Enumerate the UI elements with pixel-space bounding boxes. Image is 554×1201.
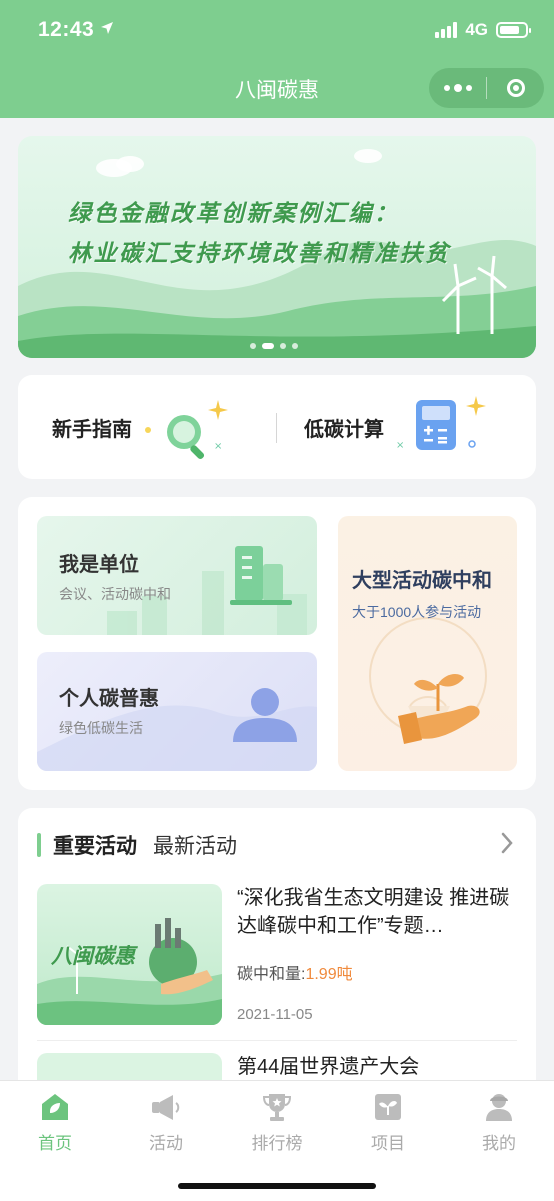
carousel-dot-active	[262, 343, 274, 349]
tab-projects[interactable]: 项目	[333, 1091, 443, 1154]
beginner-guide-label: 新手指南	[52, 418, 132, 441]
activity-title[interactable]: 第44届世界遗产大会	[237, 1050, 419, 1079]
tab-important-activities[interactable]: 重要活动	[53, 830, 137, 860]
quick-entry-card: 新手指南 × 低碳计算 ×	[18, 375, 536, 479]
status-time: 12:43	[38, 18, 95, 41]
activities-header: 重要活动 最新活动	[37, 830, 237, 860]
sprout-in-hand-icon	[369, 617, 487, 744]
carousel-indicator	[250, 343, 298, 349]
activity-thumbnail[interactable]: 八闽碳惠	[37, 884, 222, 1025]
svg-text:×: ×	[214, 441, 222, 452]
battery-icon	[496, 22, 531, 38]
activities-card: 重要活动 最新活动 八闽碳惠 “深化我省生态文明建设 推进碳达峰碳中和工作”专题…	[18, 808, 536, 1108]
banner-headline-line2: 林业碳汇支持环境改善和精准扶贫	[68, 240, 451, 266]
service-card: 我是单位 会议、活动碳中和 个人碳普惠 绿色低碳生活 大型活动碳中和 大于100…	[18, 497, 536, 790]
unit-service-subtitle: 会议、活动碳中和	[59, 586, 171, 602]
tab-profile-label: 我的	[482, 1134, 516, 1153]
unit-service-tile[interactable]: 我是单位 会议、活动碳中和	[37, 516, 317, 635]
personal-service-subtitle: 绿色低碳生活	[59, 720, 143, 736]
tab-ranking[interactable]: 排行榜	[222, 1091, 332, 1154]
tab-activities-label: 活动	[149, 1134, 183, 1153]
network-label: 4G	[465, 20, 488, 39]
large-event-service-tile[interactable]: 大型活动碳中和 大于1000人参与活动	[338, 516, 517, 771]
activity-carbon-neutral-amount: 碳中和量:1.99吨	[237, 960, 353, 984]
tab-activities[interactable]: 活动	[111, 1091, 221, 1154]
banner-headline-line1: 绿色金融改革创新案例汇编：	[68, 200, 400, 226]
section-accent-bar	[37, 833, 41, 857]
tab-home-label: 首页	[38, 1134, 72, 1153]
large-event-subtitle: 大于1000人参与活动	[352, 604, 482, 620]
beginner-guide-entry[interactable]: 新手指南 ×	[52, 375, 252, 479]
tab-projects-label: 项目	[371, 1134, 405, 1153]
activity-title[interactable]: “深化我省生态文明建设 推进碳达峰碳中和工作”专题…	[237, 884, 522, 940]
carousel-dot	[250, 343, 256, 349]
calculator-icon: ×	[396, 396, 486, 451]
activity-date: 2021-11-05	[237, 1006, 313, 1023]
personal-service-title: 个人碳普惠	[59, 688, 159, 710]
top-bar: 12:43 4G 八闽碳惠	[0, 0, 554, 118]
list-divider	[37, 1040, 517, 1041]
magnifier-icon: ×	[145, 400, 228, 460]
signal-icon	[435, 22, 458, 38]
activity-thumbnail-brand: 八闽碳惠	[51, 945, 135, 968]
megaphone-icon	[152, 1095, 180, 1120]
tab-home[interactable]: 首页	[0, 1091, 110, 1154]
quick-entry-divider	[276, 413, 277, 443]
banner-carousel[interactable]: 绿色金融改革创新案例汇编： 林业碳汇支持环境改善和精准扶贫	[18, 136, 536, 358]
large-event-title: 大型活动碳中和	[352, 570, 492, 592]
user-icon	[486, 1094, 512, 1121]
carbon-amount-label: 碳中和量:	[237, 966, 306, 983]
carousel-dot	[292, 343, 298, 349]
trophy-icon	[262, 1094, 292, 1121]
personal-service-tile[interactable]: 个人碳普惠 绿色低碳生活	[37, 652, 317, 771]
carousel-dot	[280, 343, 286, 349]
location-arrow-icon	[101, 22, 113, 34]
close-miniprogram-button[interactable]	[487, 68, 544, 108]
home-indicator	[178, 1183, 376, 1189]
miniprogram-capsule	[429, 68, 544, 108]
tab-ranking-label: 排行榜	[251, 1134, 303, 1153]
sprout-icon	[375, 1094, 401, 1120]
carbon-calculator-label: 低碳计算	[304, 418, 384, 441]
target-icon	[506, 79, 525, 97]
more-button[interactable]	[429, 68, 486, 108]
person-icon	[37, 688, 317, 771]
tab-profile[interactable]: 我的	[444, 1091, 554, 1154]
svg-text:×: ×	[396, 440, 404, 451]
status-indicators: 4G	[435, 20, 531, 40]
carbon-amount-value: 1.99吨	[305, 966, 353, 983]
carbon-calculator-entry[interactable]: 低碳计算 ×	[304, 375, 514, 479]
home-icon	[42, 1094, 68, 1120]
tab-latest-activities[interactable]: 最新活动	[153, 830, 237, 860]
chevron-right-icon[interactable]	[500, 832, 514, 854]
unit-service-title: 我是单位	[59, 554, 139, 576]
